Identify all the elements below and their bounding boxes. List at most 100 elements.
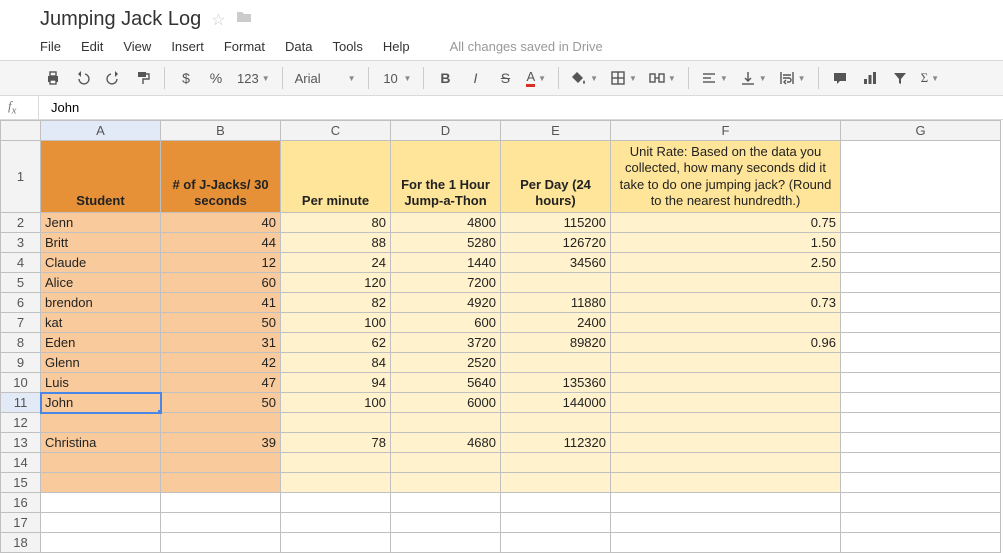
strikethrough-button[interactable]: S bbox=[492, 66, 518, 90]
cell-F13[interactable] bbox=[611, 433, 841, 453]
cell-A9[interactable]: Glenn bbox=[41, 353, 161, 373]
cell-E4[interactable]: 34560 bbox=[501, 253, 611, 273]
menu-edit[interactable]: Edit bbox=[81, 39, 103, 54]
cell-E6[interactable]: 11880 bbox=[501, 293, 611, 313]
menu-format[interactable]: Format bbox=[224, 39, 265, 54]
insert-comment-icon[interactable] bbox=[827, 66, 853, 90]
star-icon[interactable]: ☆ bbox=[211, 10, 225, 30]
cell-G2[interactable] bbox=[841, 213, 1001, 233]
menu-view[interactable]: View bbox=[123, 39, 151, 54]
row-header-8[interactable]: 8 bbox=[1, 333, 41, 353]
row-header-11[interactable]: 11 bbox=[1, 393, 41, 413]
cell-B13[interactable]: 39 bbox=[161, 433, 281, 453]
row-header-12[interactable]: 12 bbox=[1, 413, 41, 433]
doc-title[interactable]: Jumping Jack Log bbox=[40, 8, 201, 31]
cell-A6[interactable]: brendon bbox=[41, 293, 161, 313]
cell-D9[interactable]: 2520 bbox=[391, 353, 501, 373]
folder-icon[interactable] bbox=[236, 9, 252, 30]
column-header-E[interactable]: E bbox=[501, 121, 611, 141]
cell-B15[interactable] bbox=[161, 473, 281, 493]
cell-A4[interactable]: Claude bbox=[41, 253, 161, 273]
cell-F2[interactable]: 0.75 bbox=[611, 213, 841, 233]
cell-A8[interactable]: Eden bbox=[41, 333, 161, 353]
cell-D15[interactable] bbox=[391, 473, 501, 493]
cell-E1[interactable]: Per Day (24 hours) bbox=[501, 141, 611, 213]
cell-A15[interactable] bbox=[41, 473, 161, 493]
cell-G18[interactable] bbox=[841, 533, 1001, 553]
cell-F12[interactable] bbox=[611, 413, 841, 433]
cell-B14[interactable] bbox=[161, 453, 281, 473]
cell-F3[interactable]: 1.50 bbox=[611, 233, 841, 253]
cell-D7[interactable]: 600 bbox=[391, 313, 501, 333]
row-header-5[interactable]: 5 bbox=[1, 273, 41, 293]
row-header-1[interactable]: 1 bbox=[1, 141, 41, 213]
cell-C15[interactable] bbox=[281, 473, 391, 493]
column-header-F[interactable]: F bbox=[611, 121, 841, 141]
cell-E11[interactable]: 144000 bbox=[501, 393, 611, 413]
cell-F15[interactable] bbox=[611, 473, 841, 493]
cell-A10[interactable]: Luis bbox=[41, 373, 161, 393]
column-header-A[interactable]: A bbox=[41, 121, 161, 141]
cell-D12[interactable] bbox=[391, 413, 501, 433]
row-header-3[interactable]: 3 bbox=[1, 233, 41, 253]
cell-F14[interactable] bbox=[611, 453, 841, 473]
cell-C5[interactable]: 120 bbox=[281, 273, 391, 293]
row-header-13[interactable]: 13 bbox=[1, 433, 41, 453]
cell-E18[interactable] bbox=[501, 533, 611, 553]
cell-D18[interactable] bbox=[391, 533, 501, 553]
select-all-corner[interactable] bbox=[1, 121, 41, 141]
cell-B16[interactable] bbox=[161, 493, 281, 513]
cell-C4[interactable]: 24 bbox=[281, 253, 391, 273]
cell-B10[interactable]: 47 bbox=[161, 373, 281, 393]
cell-F11[interactable] bbox=[611, 393, 841, 413]
cell-A13[interactable]: Christina bbox=[41, 433, 161, 453]
borders-dropdown[interactable]: ▼ bbox=[606, 66, 641, 90]
vertical-align-dropdown[interactable]: ▼ bbox=[736, 66, 771, 90]
percent-button[interactable]: % bbox=[203, 66, 229, 90]
cell-B1[interactable]: # of J-Jacks/ 30 seconds bbox=[161, 141, 281, 213]
cell-C3[interactable]: 88 bbox=[281, 233, 391, 253]
cell-G15[interactable] bbox=[841, 473, 1001, 493]
cell-B18[interactable] bbox=[161, 533, 281, 553]
row-header-18[interactable]: 18 bbox=[1, 533, 41, 553]
cell-E15[interactable] bbox=[501, 473, 611, 493]
cell-A3[interactable]: Britt bbox=[41, 233, 161, 253]
cell-D14[interactable] bbox=[391, 453, 501, 473]
fill-color-dropdown[interactable]: ▼ bbox=[567, 66, 602, 90]
cell-A2[interactable]: Jenn bbox=[41, 213, 161, 233]
formula-input[interactable] bbox=[47, 98, 1003, 117]
cell-B11[interactable]: 50 bbox=[161, 393, 281, 413]
cell-D13[interactable]: 4680 bbox=[391, 433, 501, 453]
cell-F18[interactable] bbox=[611, 533, 841, 553]
cell-E16[interactable] bbox=[501, 493, 611, 513]
cell-A14[interactable] bbox=[41, 453, 161, 473]
cell-F10[interactable] bbox=[611, 373, 841, 393]
cell-E14[interactable] bbox=[501, 453, 611, 473]
cell-G8[interactable] bbox=[841, 333, 1001, 353]
horizontal-align-dropdown[interactable]: ▼ bbox=[697, 66, 732, 90]
cell-B7[interactable]: 50 bbox=[161, 313, 281, 333]
filter-icon[interactable] bbox=[887, 66, 913, 90]
cell-C13[interactable]: 78 bbox=[281, 433, 391, 453]
cell-C10[interactable]: 94 bbox=[281, 373, 391, 393]
cell-D5[interactable]: 7200 bbox=[391, 273, 501, 293]
cell-C9[interactable]: 84 bbox=[281, 353, 391, 373]
undo-icon[interactable] bbox=[70, 66, 96, 90]
cell-F16[interactable] bbox=[611, 493, 841, 513]
menu-help[interactable]: Help bbox=[383, 39, 410, 54]
cell-F7[interactable] bbox=[611, 313, 841, 333]
font-name-dropdown[interactable]: Arial▼ bbox=[291, 66, 360, 90]
cell-E5[interactable] bbox=[501, 273, 611, 293]
paint-format-icon[interactable] bbox=[130, 66, 156, 90]
cell-G16[interactable] bbox=[841, 493, 1001, 513]
cell-E12[interactable] bbox=[501, 413, 611, 433]
cell-E9[interactable] bbox=[501, 353, 611, 373]
cell-D8[interactable]: 3720 bbox=[391, 333, 501, 353]
row-header-4[interactable]: 4 bbox=[1, 253, 41, 273]
cell-C14[interactable] bbox=[281, 453, 391, 473]
cell-D10[interactable]: 5640 bbox=[391, 373, 501, 393]
cell-E10[interactable]: 135360 bbox=[501, 373, 611, 393]
menu-insert[interactable]: Insert bbox=[171, 39, 204, 54]
cell-E3[interactable]: 126720 bbox=[501, 233, 611, 253]
cell-C11[interactable]: 100 bbox=[281, 393, 391, 413]
